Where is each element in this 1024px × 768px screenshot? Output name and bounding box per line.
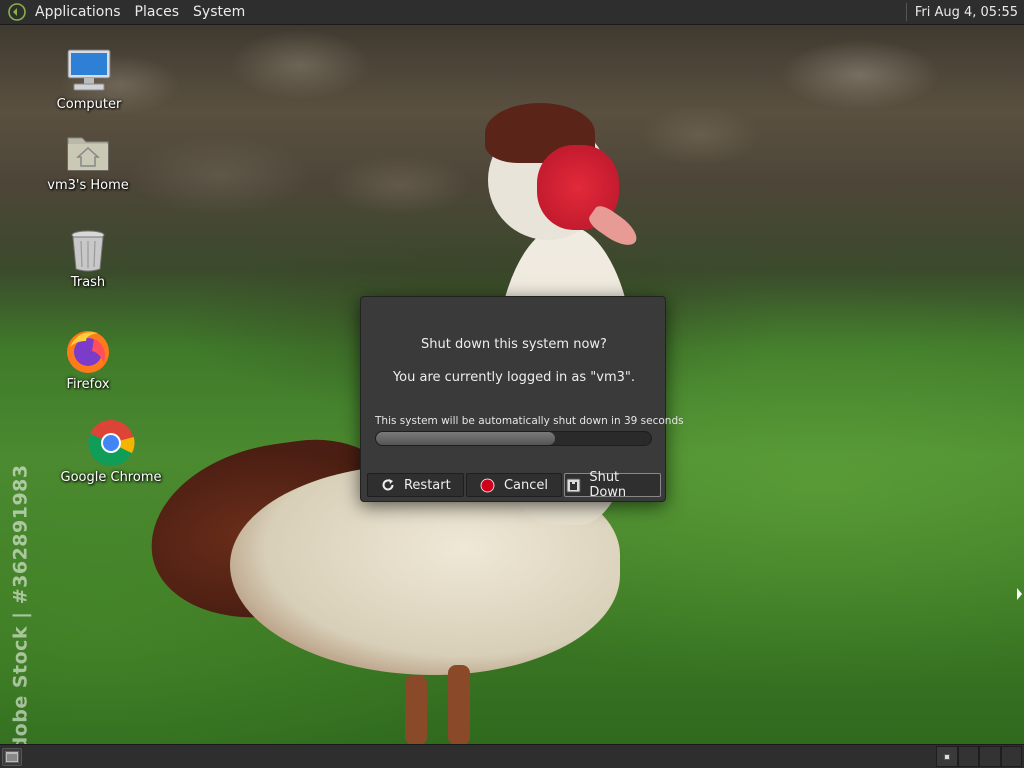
- restart-button[interactable]: Restart: [367, 473, 464, 497]
- shutdown-icon: [565, 477, 581, 493]
- workspace-2[interactable]: [957, 746, 979, 767]
- shutdown-label: Shut Down: [589, 470, 627, 500]
- computer-icon: [64, 45, 114, 95]
- desktop-icon-label: vm3's Home: [47, 178, 129, 193]
- desktop-icon-firefox[interactable]: Firefox: [33, 327, 143, 392]
- shutdown-dialog: Shut down this system now? You are curre…: [360, 296, 684, 502]
- dialog-buttons: Restart Cancel Shut Down: [367, 470, 662, 500]
- chrome-icon: [86, 418, 136, 468]
- desktop-icon-trash[interactable]: Trash: [33, 227, 143, 290]
- panel-separator: [905, 3, 907, 21]
- workspace-4[interactable]: [1000, 746, 1022, 767]
- watermark: Adobe Stock | #362891983: [10, 464, 32, 744]
- cancel-label: Cancel: [503, 477, 549, 493]
- desktop-icon-computer[interactable]: Computer: [34, 45, 144, 112]
- show-desktop-icon: [5, 751, 19, 763]
- desktop-icon-home[interactable]: vm3's Home: [33, 128, 143, 193]
- countdown-progress-bar: [375, 431, 652, 446]
- dialog-subtitle: You are currently logged in as "vm3".: [392, 370, 636, 385]
- applications-menu[interactable]: Applications: [28, 0, 128, 25]
- clock[interactable]: Fri Aug 4, 05:55: [915, 5, 1018, 20]
- places-menu[interactable]: Places: [128, 0, 187, 25]
- cancel-button[interactable]: Cancel: [465, 473, 563, 497]
- mouse-cursor: [1017, 588, 1022, 600]
- dialog-title: Shut down this system now?: [421, 337, 607, 352]
- firefox-icon: [64, 327, 112, 375]
- countdown-text: This system will be automatically shut d…: [375, 415, 684, 427]
- progress-fill: [376, 432, 555, 445]
- workspace-1[interactable]: [936, 746, 958, 767]
- desktop-icon-chrome[interactable]: Google Chrome: [56, 418, 166, 485]
- show-desktop-button[interactable]: [2, 748, 22, 766]
- restart-icon: [380, 477, 396, 493]
- desktop-icon-label: Trash: [70, 275, 106, 290]
- bottom-panel: [0, 744, 1024, 768]
- restart-label: Restart: [403, 477, 451, 493]
- workspace-switcher: [936, 746, 1022, 767]
- desktop-icon-label: Google Chrome: [60, 470, 162, 485]
- workspace-3[interactable]: [979, 746, 1001, 767]
- system-menu[interactable]: System: [186, 0, 252, 25]
- desktop-icon-label: Firefox: [66, 377, 110, 392]
- mate-logo-icon[interactable]: [6, 1, 28, 23]
- shutdown-button[interactable]: Shut Down: [564, 470, 662, 500]
- stop-icon: [480, 477, 496, 493]
- desktop-icon-label: Computer: [56, 97, 122, 112]
- trash-icon: [66, 227, 110, 273]
- home-folder-icon: [64, 128, 112, 176]
- top-panel: Applications Places System Fri Aug 4, 05…: [0, 0, 1024, 25]
